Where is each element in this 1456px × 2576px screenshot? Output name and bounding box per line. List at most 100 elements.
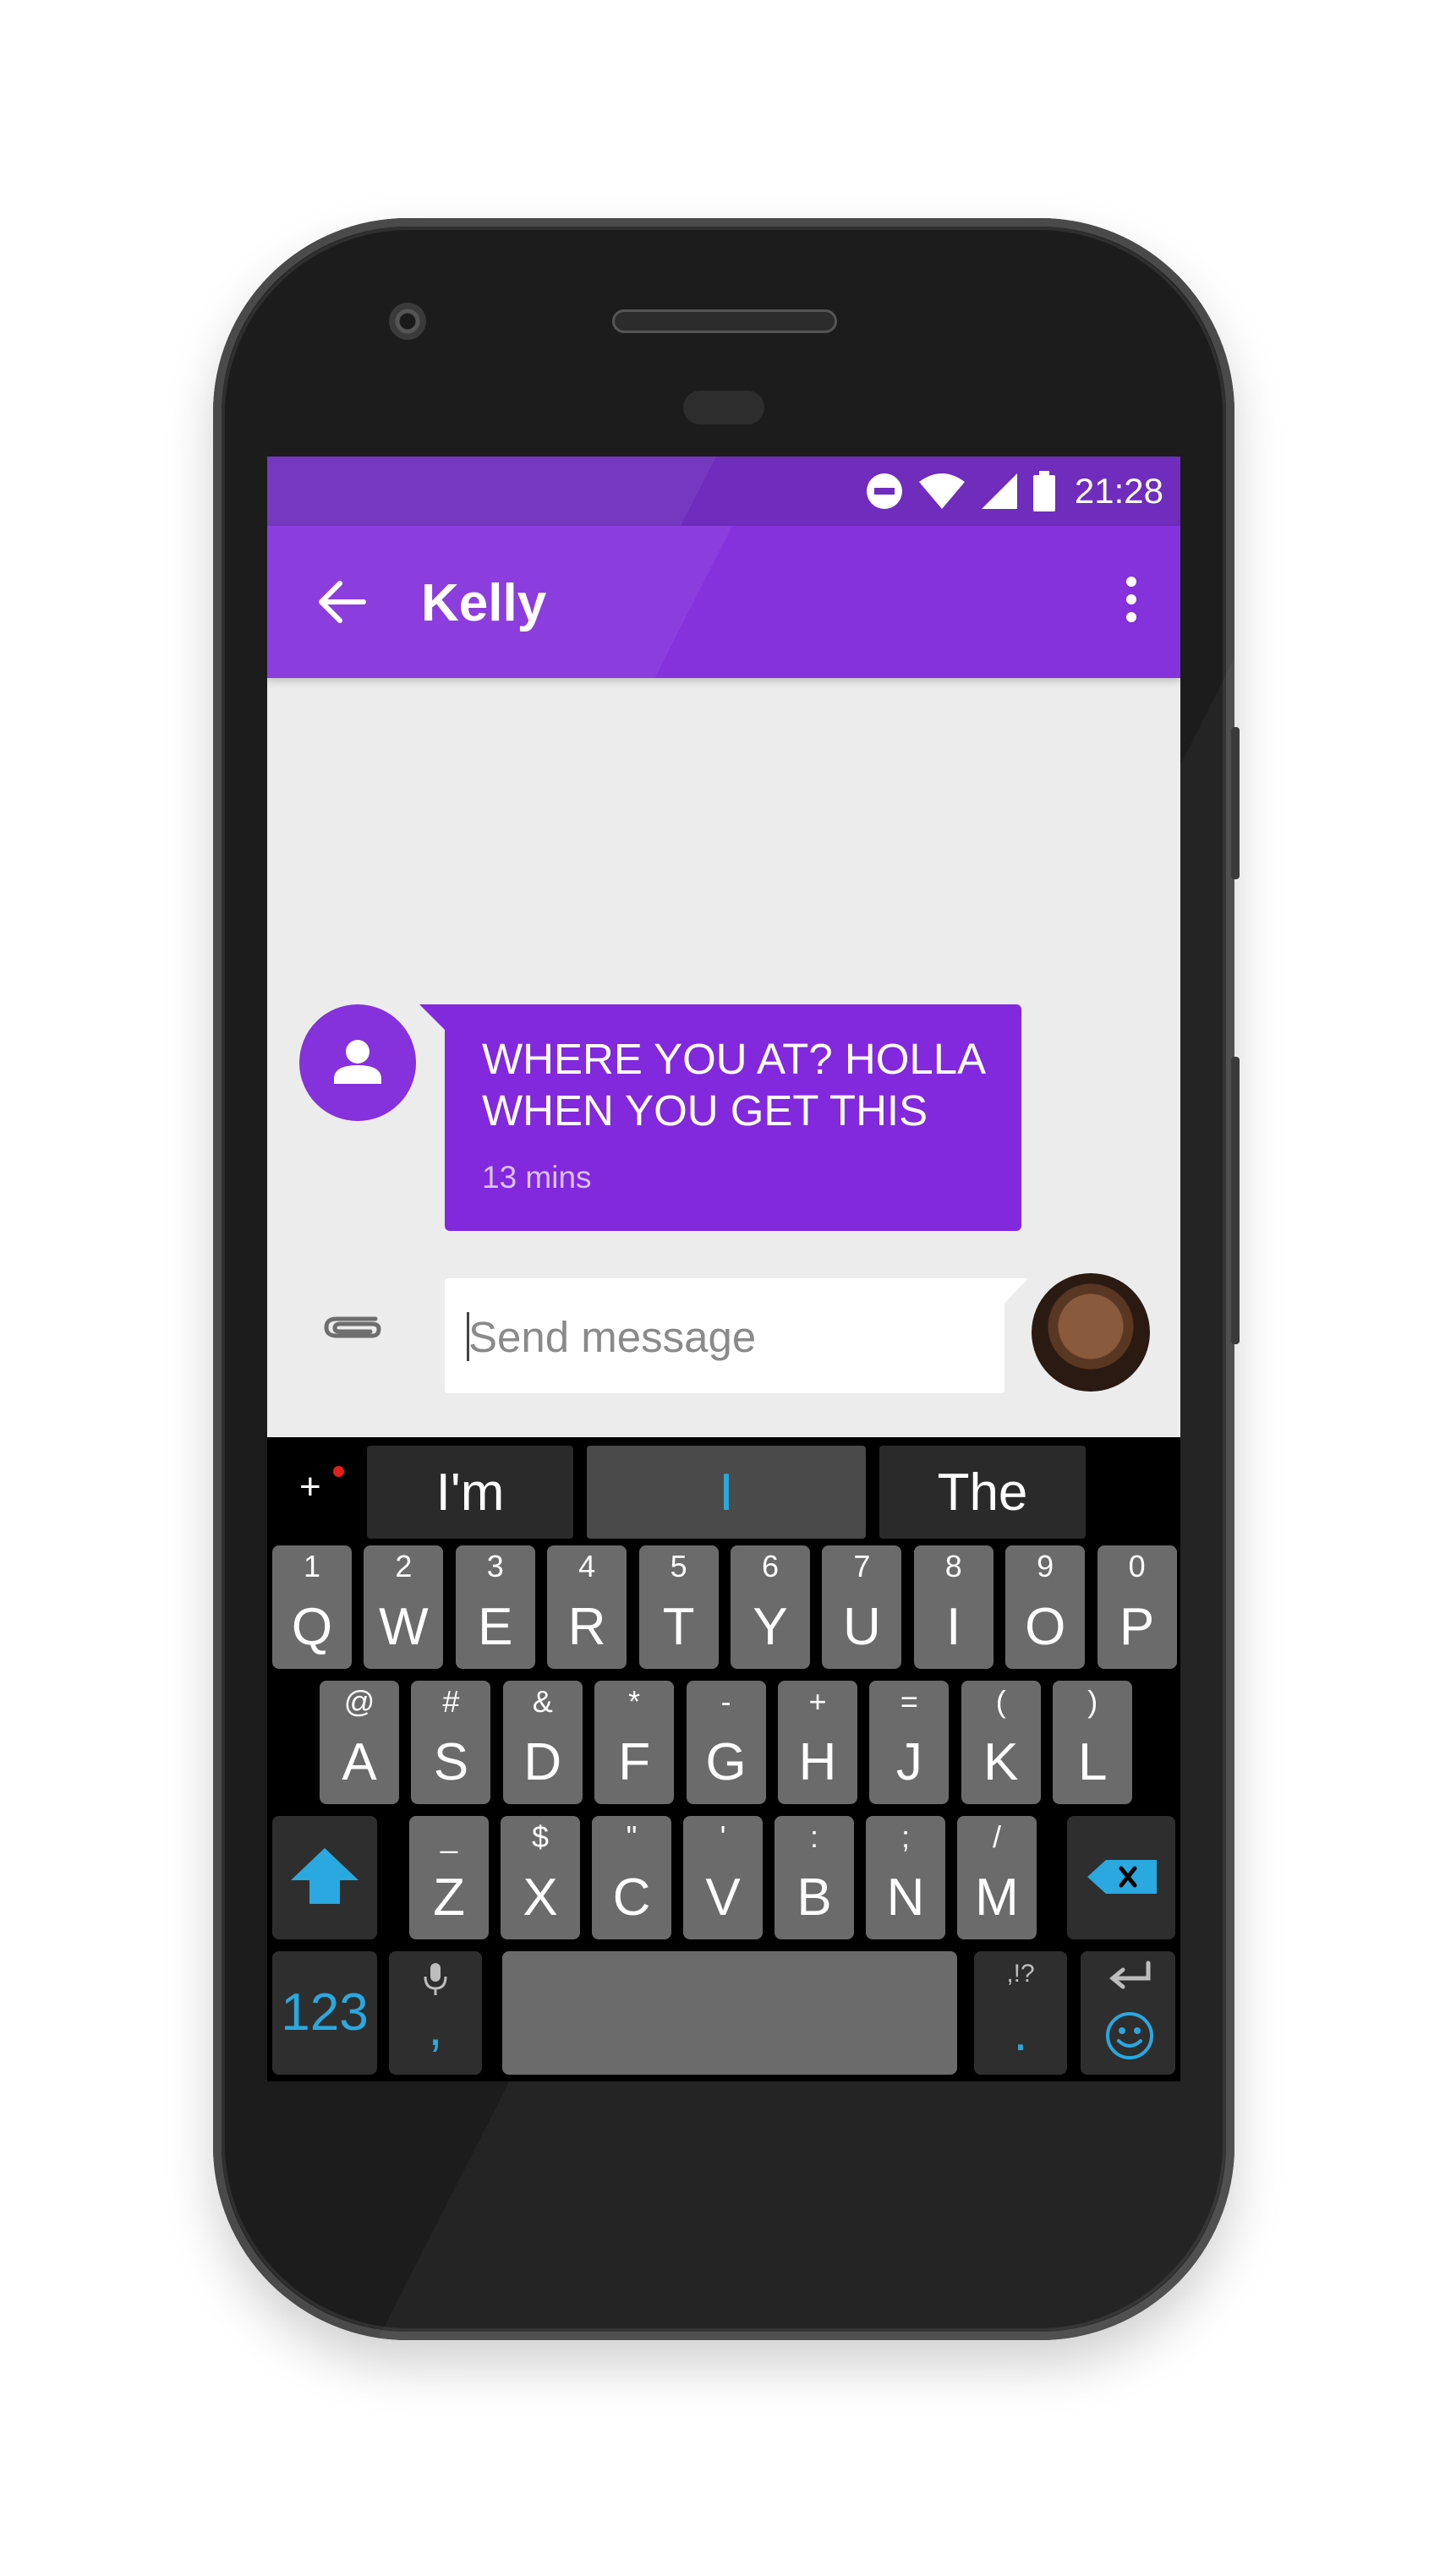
enter-emoji-key[interactable] bbox=[1081, 1951, 1175, 2075]
key-hint: 8 bbox=[944, 1549, 962, 1583]
message-bubble[interactable]: WHERE YOU AT? HOLLA WHEN YOU GET THIS 13… bbox=[445, 1004, 1021, 1231]
message-text: WHERE YOU AT? HOLLA WHEN YOU GET THIS bbox=[482, 1035, 984, 1135]
key-b[interactable]: :B bbox=[775, 1816, 854, 1939]
volume-button bbox=[1231, 1057, 1240, 1344]
key-label: C bbox=[612, 1868, 651, 1927]
key-hint: 9 bbox=[1037, 1549, 1054, 1583]
key-hint: 6 bbox=[761, 1549, 780, 1583]
key-z[interactable]: _ Z bbox=[409, 1816, 489, 1939]
key-hint: @ bbox=[343, 1684, 375, 1719]
key-label: U bbox=[843, 1598, 881, 1656]
app-bar: Kelly bbox=[267, 526, 1180, 678]
shift-arrow-icon bbox=[291, 1848, 359, 1904]
key-hint: : bbox=[809, 1819, 818, 1854]
status-bar: 21:28 bbox=[267, 457, 1180, 526]
key-hint: ' bbox=[720, 1819, 726, 1854]
key-label: Z bbox=[433, 1868, 465, 1927]
key-label: A bbox=[342, 1733, 377, 1791]
backspace-icon bbox=[1087, 1860, 1157, 1894]
key-hint: 3 bbox=[486, 1549, 504, 1583]
power-button bbox=[1231, 727, 1240, 879]
key-j[interactable]: = J bbox=[869, 1681, 950, 1804]
key-label: B bbox=[796, 1868, 832, 1927]
key-e[interactable]: 3E bbox=[455, 1545, 535, 1669]
key-hint: ) bbox=[1087, 1684, 1098, 1719]
key-u[interactable]: 7U bbox=[822, 1545, 902, 1669]
key-hint: 5 bbox=[670, 1549, 687, 1583]
status-time: 21:28 bbox=[1074, 471, 1163, 511]
screen: 21:28 Kelly WHERE YOU AT? HOLLA WHEN YOU… bbox=[267, 457, 1180, 2081]
comma-mic-key[interactable]: , bbox=[389, 1951, 482, 2075]
key-g[interactable]: -G bbox=[686, 1681, 766, 1804]
cell-signal-icon bbox=[981, 473, 1017, 509]
key-hint: & bbox=[532, 1684, 553, 1719]
key-label: V bbox=[705, 1868, 741, 1927]
period-label: . bbox=[1013, 2004, 1028, 2062]
key-label: D bbox=[523, 1733, 562, 1791]
message-timestamp: 13 mins bbox=[482, 1160, 592, 1195]
key-t[interactable]: 5T bbox=[638, 1545, 719, 1669]
key-label: P bbox=[1119, 1598, 1155, 1656]
key-label: W bbox=[379, 1598, 429, 1656]
key-label: R bbox=[567, 1598, 606, 1656]
key-l[interactable]: ) L bbox=[1053, 1681, 1133, 1804]
suggestion-middle[interactable]: I bbox=[587, 1446, 866, 1539]
proximity-sensor bbox=[683, 391, 764, 424]
key-s[interactable]: # S bbox=[411, 1681, 491, 1804]
suggestion-right[interactable]: The bbox=[879, 1446, 1086, 1539]
message-input[interactable] bbox=[467, 1304, 977, 1370]
key-k[interactable]: (K bbox=[961, 1681, 1041, 1804]
key-r[interactable]: 4R bbox=[547, 1545, 627, 1669]
key-label: L bbox=[1077, 1733, 1108, 1791]
key-hint: _ bbox=[440, 1819, 458, 1854]
key-hint: 0 bbox=[1128, 1549, 1146, 1583]
key-x[interactable]: $ X bbox=[501, 1816, 580, 1939]
key-hint: ; bbox=[900, 1819, 910, 1854]
numbers-key[interactable]: 123 bbox=[272, 1951, 377, 2075]
add-word-icon[interactable]: + bbox=[299, 1466, 321, 1508]
key-n[interactable]: ; N bbox=[866, 1816, 945, 1939]
message-input-box bbox=[445, 1278, 1004, 1393]
key-d[interactable]: & D bbox=[502, 1681, 583, 1804]
key-hint: * bbox=[628, 1684, 641, 1719]
key-hint: " bbox=[626, 1819, 638, 1854]
shift-key[interactable] bbox=[272, 1816, 377, 1939]
backspace-key[interactable] bbox=[1067, 1816, 1175, 1939]
key-label: F bbox=[618, 1733, 651, 1791]
enter-icon bbox=[1109, 1961, 1151, 1989]
key-label: M bbox=[975, 1868, 1019, 1927]
period-key[interactable]: ,!? . bbox=[974, 1951, 1067, 2075]
back-arrow-icon[interactable] bbox=[316, 578, 367, 626]
key-f[interactable]: * F bbox=[594, 1681, 675, 1804]
battery-icon bbox=[1032, 471, 1055, 511]
my-avatar[interactable] bbox=[1032, 1273, 1150, 1392]
key-hint: ( bbox=[995, 1684, 1006, 1719]
key-h[interactable]: + H bbox=[778, 1681, 857, 1804]
key-label: Q bbox=[291, 1598, 333, 1656]
key-a[interactable]: @ A bbox=[320, 1681, 399, 1804]
key-label: X bbox=[523, 1868, 558, 1927]
key-q[interactable]: 1Q bbox=[272, 1545, 352, 1669]
key-hint: 2 bbox=[395, 1549, 413, 1583]
key-o[interactable]: 9O bbox=[1005, 1545, 1086, 1669]
key-w[interactable]: 2W bbox=[364, 1545, 444, 1669]
key-v[interactable]: ' V bbox=[683, 1816, 763, 1939]
key-hint: 7 bbox=[853, 1549, 871, 1583]
key-y[interactable]: 6Y bbox=[731, 1545, 810, 1669]
key-p[interactable]: 0P bbox=[1097, 1545, 1177, 1669]
spacebar[interactable] bbox=[502, 1951, 957, 2075]
key-hint: = bbox=[900, 1684, 918, 1719]
key-label: T bbox=[662, 1598, 695, 1656]
contact-avatar[interactable] bbox=[299, 1004, 416, 1121]
paperclip-icon[interactable] bbox=[323, 1310, 384, 1344]
key-i[interactable]: 8I bbox=[913, 1545, 993, 1669]
key-m[interactable]: / M bbox=[957, 1816, 1037, 1939]
overflow-menu-icon[interactable] bbox=[1121, 577, 1141, 627]
suggestion-left[interactable]: I'm bbox=[367, 1446, 573, 1539]
keyboard: + I'm I The 1 Q 2 W 3 E 4 R 5 T 6 Y 7 U 8 I 9 O 0 P @ A # S & D * F… bbox=[267, 1437, 1180, 2081]
key-c[interactable]: " C bbox=[592, 1816, 671, 1939]
key-label: I bbox=[946, 1598, 961, 1656]
key-label: G bbox=[705, 1733, 747, 1791]
suggestion-bar: + I'm I The bbox=[267, 1437, 1180, 1540]
key-label: H bbox=[798, 1733, 837, 1791]
